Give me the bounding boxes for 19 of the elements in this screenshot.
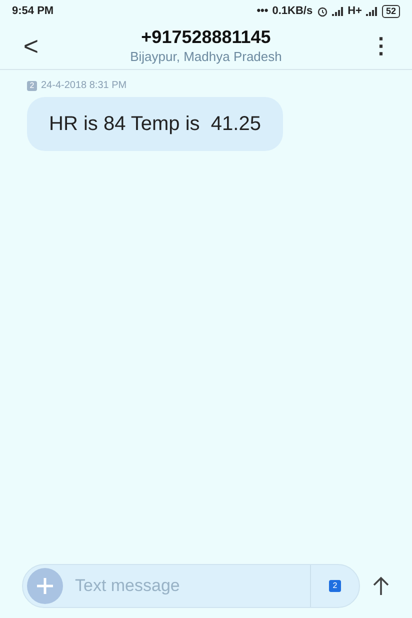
contact-location: Bijaypur, Madhya Pradesh bbox=[130, 48, 282, 65]
sim-button[interactable]: 2 bbox=[329, 580, 341, 592]
back-button[interactable]: < bbox=[16, 32, 46, 58]
signal-icon bbox=[332, 6, 344, 16]
message-field[interactable]: Text message 2 bbox=[22, 564, 360, 608]
network-speed: 0.1KB/s bbox=[272, 4, 313, 19]
menu-button[interactable]: ⋮ bbox=[366, 34, 396, 56]
contact-number: +917528881145 bbox=[141, 26, 271, 49]
send-arrow-icon[interactable] bbox=[372, 576, 390, 596]
alarm-icon bbox=[316, 6, 328, 16]
message-bubble: HR is 84 Temp is 41.25 bbox=[27, 97, 283, 151]
network-type: H+ bbox=[348, 4, 362, 19]
status-time: 9:54 PM bbox=[12, 4, 54, 19]
battery-level: 52 bbox=[382, 4, 400, 18]
status-dots: ••• bbox=[256, 4, 268, 19]
message-time: 24-4-2018 8:31 PM bbox=[41, 79, 127, 93]
sim-badge: 2 bbox=[27, 80, 37, 90]
signal-icon bbox=[366, 6, 378, 16]
text-input[interactable]: Text message bbox=[75, 573, 310, 599]
